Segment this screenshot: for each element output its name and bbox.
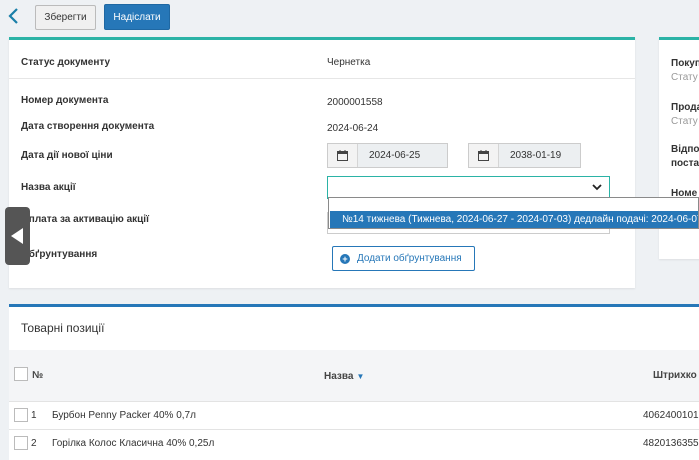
goods-card: Товарні позиції № Назва ▼ Штрихко 1 Бурб… — [9, 304, 699, 460]
justification-label: Обґрунтування — [21, 249, 98, 260]
row-checkbox[interactable] — [14, 436, 28, 450]
document-details-card: Статус документу Чернетка Номер документ… — [9, 37, 635, 288]
column-name-header[interactable]: Назва ▼ — [324, 370, 364, 382]
seller-label: Прода — [671, 102, 699, 113]
row-name: Горілка Колос Класична 40% 0,25л — [52, 438, 215, 449]
price-date-to-field[interactable]: 2038-01-19 — [468, 143, 581, 168]
column-name: Назва — [324, 371, 354, 382]
payment-label: Оплата за активацію акції — [21, 214, 149, 225]
collapse-handle[interactable] — [5, 207, 30, 265]
promo-select[interactable] — [327, 176, 610, 199]
calendar-icon[interactable] — [328, 144, 358, 167]
created-value: 2024-06-24 — [327, 123, 379, 134]
seller-status: Стату — [671, 116, 698, 127]
price-date-from-value: 2024-06-25 — [369, 150, 421, 161]
calendar-icon[interactable] — [469, 144, 499, 167]
table-header: № Назва ▼ Штрихко — [9, 350, 699, 401]
chevron-down-icon — [592, 184, 602, 191]
buyer-status: Стату — [671, 72, 698, 83]
price-date-label: Дата дії нової ціни — [21, 150, 113, 161]
add-justification-button[interactable]: + Додати обґрунтування — [332, 246, 475, 271]
toolbar: Зберегти Надіслати — [0, 0, 699, 36]
column-barcode: Штрихко — [653, 370, 697, 381]
goods-title: Товарні позиції — [21, 321, 105, 335]
price-date-to-value: 2038-01-19 — [510, 150, 562, 161]
table-row[interactable]: 1 Бурбон Penny Packer 40% 0,7л 406240010… — [9, 401, 699, 429]
number-value: 2000001558 — [327, 97, 383, 108]
buyer-label: Покуп — [671, 58, 699, 69]
row-num: 1 — [31, 410, 37, 421]
created-label: Дата створення документа — [21, 121, 155, 132]
responsible-label: Відпо — [671, 144, 699, 155]
number-label: Номер документа — [21, 95, 109, 106]
table-row[interactable]: 2 Горілка Колос Класична 40% 0,25л 48201… — [9, 429, 699, 457]
price-date-from-field[interactable]: 2024-06-25 — [327, 143, 448, 168]
promo-dropdown-menu: №14 тижнева (Тижнева, 2024-06-27 - 2024-… — [328, 197, 699, 229]
plus-icon: + — [340, 253, 350, 264]
back-arrow-icon[interactable] — [6, 6, 24, 26]
responsible-label-cont: поста — [671, 158, 699, 169]
send-button[interactable]: Надіслати — [104, 4, 170, 30]
status-label: Статус документу — [21, 57, 111, 68]
column-num: № — [32, 370, 44, 381]
arrow-left-icon — [11, 228, 23, 244]
row-checkbox[interactable] — [14, 408, 28, 422]
row-barcode: 4062400101 — [643, 410, 699, 421]
promo-label: Назва акції — [21, 182, 76, 193]
select-all-checkbox[interactable] — [14, 367, 28, 381]
promo-option[interactable]: №14 тижнева (Тижнева, 2024-06-27 - 2024-… — [330, 211, 698, 228]
add-justification-label: Додати обґрунтування — [357, 253, 462, 264]
row-barcode: 4820136355 — [643, 438, 699, 449]
status-value: Чернетка — [327, 57, 371, 68]
save-button[interactable]: Зберегти — [35, 5, 96, 30]
divider — [9, 78, 635, 79]
row-name: Бурбон Penny Packer 40% 0,7л — [52, 410, 196, 421]
row-num: 2 — [31, 438, 37, 449]
sort-down-icon: ▼ — [356, 372, 365, 381]
